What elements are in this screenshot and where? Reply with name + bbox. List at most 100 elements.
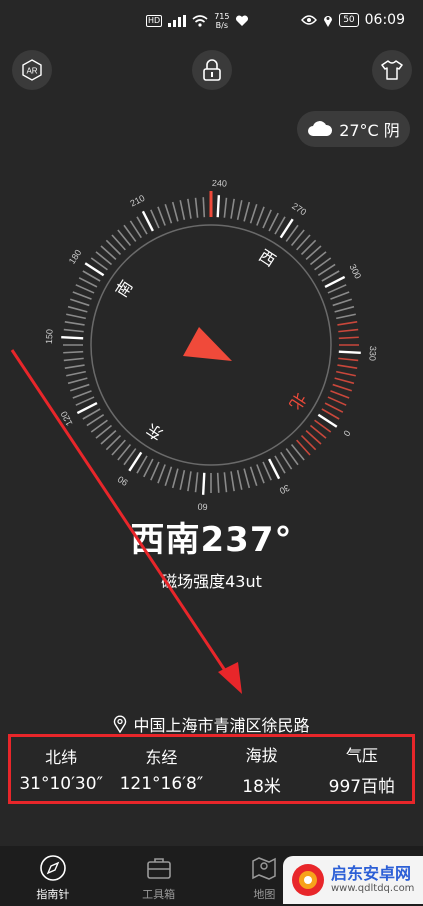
compass-tick [338,336,359,340]
svg-text:AR: AR [26,67,37,76]
altitude-label: 海拔 [245,745,278,765]
compass-tick [164,466,173,487]
compass-tick [143,458,154,478]
compass-tick-label: 150 [44,329,55,345]
pressure-item: 气压 997百帕 [312,737,412,801]
compass-direction-south: 南 [112,277,137,301]
compass-tick [223,472,228,493]
compass-tick-label: 240 [212,180,228,189]
compass-tick [187,198,192,219]
compass-tick [72,390,92,399]
compass-tick [150,461,160,481]
toolbox-icon [146,858,171,879]
compass-tick [61,335,84,340]
status-bar: HD 715 B/s 50 06:09 [0,0,423,44]
compass-tick [67,377,88,385]
status-left: HD 715 B/s [146,12,249,30]
compass-tick [171,468,179,489]
location-row[interactable]: 中国上海市青浦区徐民路 [0,712,423,736]
compass-tick [216,472,220,493]
watermark-logo-icon [292,864,324,896]
clock: 06:09 [364,12,405,28]
compass-direction-west: 西 [255,246,279,271]
compass-tick [332,298,353,307]
ar-icon: AR [22,59,42,81]
hd-badge: HD [146,15,163,27]
compass-tick-label: 120 [59,410,75,428]
compass-dial: 240 270 300 330 0 30 60 90 120 150 180 210 西北东 南 [44,180,378,510]
compass-tick [256,206,265,226]
compass-tick [78,277,98,288]
weather-label: 27°C 阴 [339,121,400,140]
compass-tick [76,402,98,415]
compass-tick [268,212,279,232]
compass-tick [327,284,347,294]
compass-tick [63,357,84,362]
compass-direction-east: 东 [143,419,167,444]
compass-tick [64,364,85,369]
watermark-name: 启东安卓网 [331,864,412,883]
compass-tick [324,402,344,413]
compass-tick [336,313,356,320]
compass-tick-label: 60 [197,502,208,510]
compass-tick-label: 90 [116,474,130,488]
latitude-item: 北纬 31°10′30″ [11,737,111,801]
eye-icon [301,15,318,25]
compass-tick [332,383,353,392]
compass-tick [63,328,84,333]
compass-tick-label: 0 [341,428,352,438]
compass-tick [327,396,347,406]
compass-tick [249,203,258,224]
compass-tick-label: 270 [290,201,308,218]
compass-tick [274,455,286,474]
cloud-icon [308,121,333,136]
compass-tick [194,472,199,493]
compass-tick [164,203,173,224]
compass-tick [66,370,86,377]
ar-button[interactable]: AR [12,50,52,90]
compass-tick [64,321,85,326]
compass-tick-label: 180 [67,248,84,266]
tab-compass-label: 指南针 [36,888,70,901]
location-pin-icon [324,15,333,27]
signal-icon [168,15,187,27]
compass-tick [337,364,358,369]
longitude-value: 121°16′8″ [119,774,204,794]
tab-toolbox[interactable]: 工具箱 [106,846,212,906]
tab-compass[interactable]: 指南针 [0,846,106,906]
compass-tick [66,313,86,320]
location-pin-icon [114,715,127,733]
watermark-text: 启东安卓网 www.qdltdq.com [331,865,414,895]
compass-tick [336,370,356,377]
compass-tick [63,350,84,354]
compass-tick [268,458,281,480]
battery-icon: 50 [339,13,359,27]
compass-tick [262,209,272,229]
watermark-url: www.qdltdq.com [331,883,415,894]
compass-tick [330,291,350,300]
compass-tick [236,470,243,490]
tshirt-icon [381,60,403,80]
compass-tick [202,197,206,218]
location-text: 中国上海市青浦区徐民路 [133,716,310,735]
compass-tick [187,471,192,492]
compass-tick [216,195,221,218]
compass-tick [72,291,92,300]
compass-tick-label: 300 [347,262,363,280]
compass-tick [69,383,90,392]
skin-button[interactable] [372,50,412,90]
compass-tick [223,197,228,218]
compass-tick [334,377,355,385]
compass-tick [179,200,186,220]
weather-chip[interactable]: 27°C 阴 [297,111,410,147]
compass-tick [321,270,340,282]
compass-tick [338,350,361,355]
status-right: 50 06:09 [301,12,405,28]
compass-tick [243,468,251,489]
wifi-icon [192,15,208,27]
heading-readout: 西南237° [130,520,293,560]
lock-button[interactable] [192,50,232,90]
compass-tick [230,471,235,492]
compass-tick [157,206,166,226]
compass-tick [194,197,199,218]
